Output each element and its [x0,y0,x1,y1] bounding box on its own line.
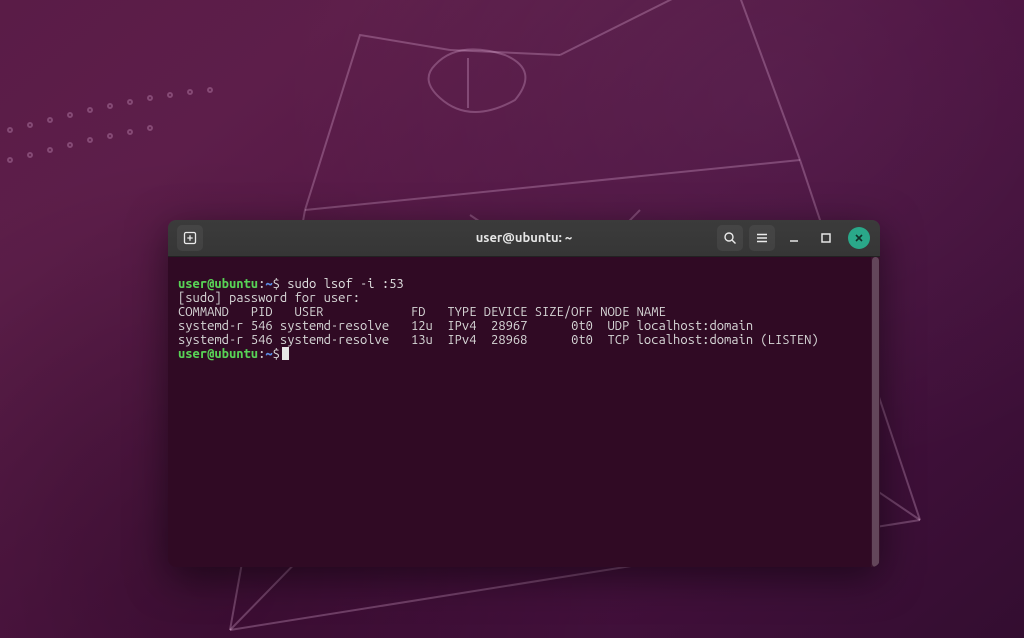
maximize-icon [820,232,832,244]
terminal-body[interactable]: user@ubuntu:~$ sudo lsof -i :53 [sudo] p… [168,257,880,567]
output-header: COMMAND PID USER FD TYPE DEVICE SIZE/OFF… [178,305,666,319]
prompt-line-1: user@ubuntu:~$ sudo lsof -i :53 [178,277,404,291]
close-button[interactable] [848,227,870,249]
new-tab-button[interactable] [177,225,203,251]
menu-button[interactable] [749,225,775,251]
cursor [282,347,289,360]
prompt-path: ~ [265,277,272,291]
output-sudo-prompt: [sudo] password for user: [178,291,360,305]
close-icon [854,233,864,243]
terminal-window: user@ubuntu: ~ user@ubuntu:~$ sudo lsof … [168,220,880,567]
search-icon [723,231,737,245]
titlebar[interactable]: user@ubuntu: ~ [168,220,880,257]
scrollbar-thumb[interactable] [872,257,879,567]
prompt-symbol: $ [273,347,280,361]
new-tab-icon [183,231,197,245]
command-text: sudo lsof -i :53 [287,277,403,291]
prompt-path: ~ [265,347,272,361]
prompt-symbol: $ [273,277,280,291]
prompt-user-host: user@ubuntu [178,277,258,291]
prompt-line-2: user@ubuntu:~$ [178,347,289,361]
search-button[interactable] [717,225,743,251]
minimize-icon [788,232,800,244]
prompt-user-host: user@ubuntu [178,347,258,361]
desktop-background: user@ubuntu: ~ user@ubuntu:~$ sudo lsof … [0,0,1024,638]
scrollbar[interactable] [871,257,880,567]
output-row-1: systemd-r 546 systemd-resolve 12u IPv4 2… [178,319,753,333]
minimize-button[interactable] [782,226,806,250]
maximize-button[interactable] [814,226,838,250]
hamburger-icon [755,231,769,245]
output-row-2: systemd-r 546 systemd-resolve 13u IPv4 2… [178,333,819,347]
